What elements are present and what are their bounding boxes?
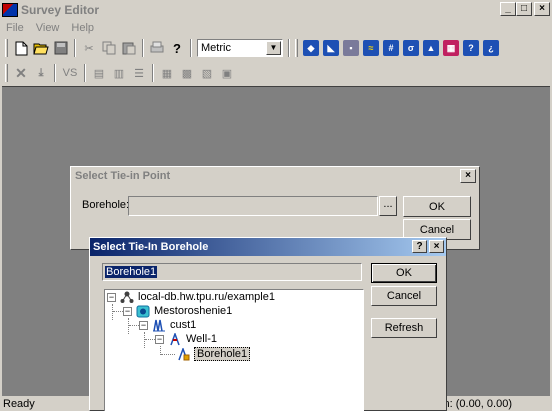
table-view-icon[interactable]: ▦ [442, 39, 460, 57]
collapse-icon[interactable]: − [107, 292, 116, 302]
view-3d-icon[interactable]: ◆ [302, 39, 320, 57]
toolbar-separator [74, 39, 76, 57]
plan-view-icon[interactable]: ◣ [322, 39, 340, 57]
browse-button[interactable]: ... [379, 196, 397, 216]
status-text: Ready [3, 398, 35, 410]
tree-label-database: local-db.hw.tpu.ru/example1 [138, 291, 275, 303]
borehole-cancel-button[interactable]: Cancel [371, 286, 437, 306]
cut-icon[interactable]: ✂ [80, 39, 98, 57]
status-coordinates: n: (0.00, 0.00) [443, 398, 513, 410]
paste-icon[interactable] [120, 39, 138, 57]
minimize-button[interactable]: _ [500, 2, 516, 16]
main-title-bar: Survey Editor _ □ × [0, 0, 552, 20]
borehole-tree[interactable]: − local-db.hw.tpu.ru/example1 − Mestoros… [104, 289, 364, 411]
menu-file[interactable]: File [0, 22, 30, 34]
borehole-label: Borehole: [82, 199, 130, 211]
toolbar-separator [152, 64, 154, 82]
refresh-button[interactable]: Refresh [371, 318, 437, 338]
report-icon[interactable]: ▣ [218, 64, 236, 82]
sigma-calc-icon[interactable]: σ [402, 39, 420, 57]
toolbar-grip[interactable] [5, 39, 8, 57]
toolbar-grip[interactable] [295, 39, 298, 57]
tree-label-well: Well-1 [186, 333, 217, 345]
print-icon[interactable] [148, 39, 166, 57]
toolbar-separator [142, 39, 144, 57]
close-icon[interactable]: × [460, 169, 476, 183]
grid-edit-icon[interactable]: ▧ [198, 64, 216, 82]
list-icon[interactable]: ☰ [130, 64, 148, 82]
grid-icon[interactable]: ▩ [178, 64, 196, 82]
insert-row-icon[interactable]: ▤ [90, 64, 108, 82]
collapse-icon[interactable]: − [139, 320, 148, 330]
units-dropdown[interactable]: Metric ▼ [197, 39, 283, 57]
units-value: Metric [201, 42, 231, 54]
borehole-ok-button[interactable]: OK [371, 263, 437, 283]
section-view-icon[interactable]: ▪ [342, 39, 360, 57]
menu-help[interactable]: Help [65, 22, 100, 34]
tree-node-well[interactable]: − Well-1 [155, 332, 217, 346]
delete-icon[interactable]: ✕ [12, 64, 30, 82]
menu-bar: File View Help [0, 20, 552, 36]
chevron-down-icon[interactable]: ▼ [266, 41, 281, 55]
well-view-icon[interactable]: ▲ [422, 39, 440, 57]
tree-node-borehole[interactable]: Borehole1 [175, 347, 251, 361]
tie-in-icon[interactable]: ⤓ [32, 64, 50, 82]
toolbar-separator [190, 39, 192, 57]
tie-in-dialog-title-bar: Select Tie-in Point × [71, 167, 479, 185]
toolbar-separator [288, 39, 290, 57]
save-icon[interactable] [52, 39, 70, 57]
window-controls: _ □ × [500, 2, 550, 16]
tree-connector [112, 304, 113, 320]
trajectory-icon[interactable]: ≈ [362, 39, 380, 57]
maximize-button[interactable]: □ [516, 2, 532, 16]
survey-toolbar: ✕ ⤓ VS ▤ ▥ ☰ ▦ ▩ ▧ ▣ [0, 61, 552, 85]
network-icon [119, 290, 135, 304]
help-question-icon[interactable]: ? [412, 240, 427, 253]
table-icon[interactable]: ▦ [158, 64, 176, 82]
menu-view[interactable]: View [30, 22, 66, 34]
standard-toolbar: ✂ ? Metric ▼ ◆ ◣ ▪ ≈ # σ ▲ ▦ ? ¿ [0, 36, 552, 60]
open-folder-icon[interactable] [32, 39, 50, 57]
copy-icon[interactable] [100, 39, 118, 57]
new-file-icon[interactable] [12, 39, 30, 57]
borehole-dialog-title-bar: Select Tie-In Borehole ? × [90, 238, 446, 256]
vs-button[interactable]: VS [60, 64, 80, 82]
oilfield-icon [135, 304, 151, 318]
app-icon [2, 3, 18, 17]
selected-borehole-field[interactable]: Borehole1 [102, 263, 362, 281]
tie-in-dialog-title: Select Tie-in Point [75, 170, 171, 182]
collapse-icon[interactable]: − [155, 334, 164, 344]
close-button[interactable]: × [534, 2, 550, 16]
close-icon[interactable]: × [429, 240, 444, 253]
toolbar-separator [84, 64, 86, 82]
tree-node-field[interactable]: − Mestoroshenie1 [123, 304, 232, 318]
toolbar-separator [54, 64, 56, 82]
collapse-icon[interactable]: − [123, 306, 132, 316]
borehole-icon [175, 347, 191, 361]
cluster-icon [151, 318, 167, 332]
window-title: Survey Editor [21, 3, 100, 17]
select-borehole-dialog: Select Tie-In Borehole ? × Borehole1 OK … [89, 237, 447, 411]
tree-connector [144, 332, 145, 348]
selected-borehole-text: Borehole1 [105, 266, 158, 278]
tie-in-ok-button[interactable]: OK [403, 196, 471, 217]
toolbar-grip[interactable] [5, 64, 8, 82]
well-icon [167, 332, 183, 346]
tree-label-cluster: cust1 [170, 319, 197, 331]
help-icon[interactable]: ? [462, 39, 480, 57]
tree-label-field: Mestoroshenie1 [154, 305, 233, 317]
tree-connector [128, 318, 129, 334]
append-row-icon[interactable]: ▥ [110, 64, 128, 82]
borehole-dialog-title: Select Tie-In Borehole [93, 241, 209, 253]
help-question-icon[interactable]: ? [168, 39, 186, 57]
tree-node-database[interactable]: − local-db.hw.tpu.ru/example1 [107, 290, 275, 304]
info-icon[interactable]: ¿ [482, 39, 500, 57]
tree-connector [161, 354, 175, 355]
tree-node-cluster[interactable]: − cust1 [139, 318, 196, 332]
borehole-field[interactable] [128, 196, 378, 216]
grid-view-icon[interactable]: # [382, 39, 400, 57]
tree-label-borehole: Borehole1 [194, 347, 251, 361]
dialog-controls: ? × [412, 240, 444, 253]
